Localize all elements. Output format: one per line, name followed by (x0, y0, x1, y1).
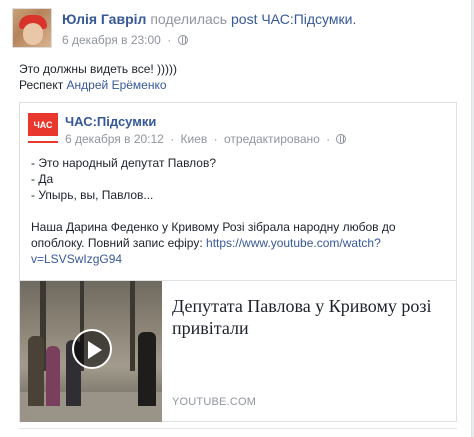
page-logo[interactable]: ЧАС (28, 113, 58, 143)
shared-text: - Это народный депутат Павлов? - Да - Уп… (31, 155, 451, 267)
shared-post: ЧАС ЧАС:Підсумки 6 декабря в 20:12 · Кие… (19, 102, 457, 422)
paragraph-line: опоблоку. Повний запис ефіру: https://ww… (31, 235, 451, 251)
post-text-line: Респект Андрей Ерёменко (19, 77, 459, 93)
meta-separator: · (170, 132, 175, 146)
link-domain: YOUTUBE.COM (172, 396, 257, 408)
page-name[interactable]: ЧАС:Підсумки (65, 114, 156, 129)
play-icon[interactable] (72, 329, 112, 369)
paragraph-line: v=LSVSwIzgG94 (31, 251, 451, 267)
avatar-face (23, 23, 43, 45)
shared-timestamp[interactable]: 6 декабря в 20:12 (65, 132, 164, 146)
respect-text: Респект (19, 78, 64, 92)
youtube-link[interactable]: https://www.youtube.com/watch? (206, 236, 381, 250)
paragraph-line: Наша Дарина Феденко у Кривому Розі зібра… (31, 220, 396, 234)
meta-separator: · (213, 132, 218, 146)
feed-post: Юлія Гаврiл поделилась post ЧАС:Підсумки… (0, 0, 472, 437)
author-avatar[interactable] (12, 8, 52, 48)
youtube-link-cont[interactable]: v=LSVSwIzgG94 (31, 252, 122, 266)
meta-separator: · (167, 33, 172, 47)
mention-link[interactable]: Андрей Ерёменко (67, 78, 167, 92)
meta-separator: · (326, 132, 331, 146)
post-text-line: Это должны видеть все! ))))) (19, 62, 178, 76)
dialog-line: - Да (31, 172, 54, 186)
video-thumbnail[interactable] (20, 281, 162, 422)
dialog-line: - Это народный депутат Павлов? (31, 156, 217, 170)
post-body: Это должны видеть все! ))))) Респект Анд… (19, 61, 459, 93)
page-logo-text: ЧАС (33, 120, 53, 130)
post-timestamp[interactable]: 6 декабря в 23:00 (62, 33, 161, 47)
thumb-person (28, 336, 44, 406)
globe-icon[interactable] (336, 134, 347, 144)
link-title[interactable]: Депутата Павлова у Кривому розі привітал… (172, 295, 448, 339)
post-header: Юлія Гаврiл поделилась post ЧАС:Підсумки… (62, 11, 356, 27)
globe-icon[interactable] (177, 35, 188, 45)
edited-label[interactable]: отредактировано (224, 132, 320, 146)
post-divider (19, 428, 457, 429)
shared-meta: 6 декабря в 20:12 · Киев · отредактирова… (65, 132, 347, 146)
thumb-person (46, 346, 60, 406)
post-meta: 6 декабря в 23:00 · (62, 33, 188, 47)
shared-location[interactable]: Киев (181, 132, 208, 146)
post-action: поделилась (150, 11, 228, 27)
paragraph-text: опоблоку. Повний запис ефіру: (31, 236, 207, 250)
dialog-line: - Упырь, вы, Павлов... (31, 188, 154, 202)
author-name[interactable]: Юлія Гаврiл (62, 11, 146, 27)
thumb-tree (130, 281, 135, 371)
thumb-person (138, 332, 156, 406)
logo-stripe (28, 136, 58, 141)
shared-post-link[interactable]: post ЧАС:Підсумки. (231, 11, 356, 27)
link-preview-card[interactable]: Депутата Павлова у Кривому розі привітал… (20, 280, 456, 422)
